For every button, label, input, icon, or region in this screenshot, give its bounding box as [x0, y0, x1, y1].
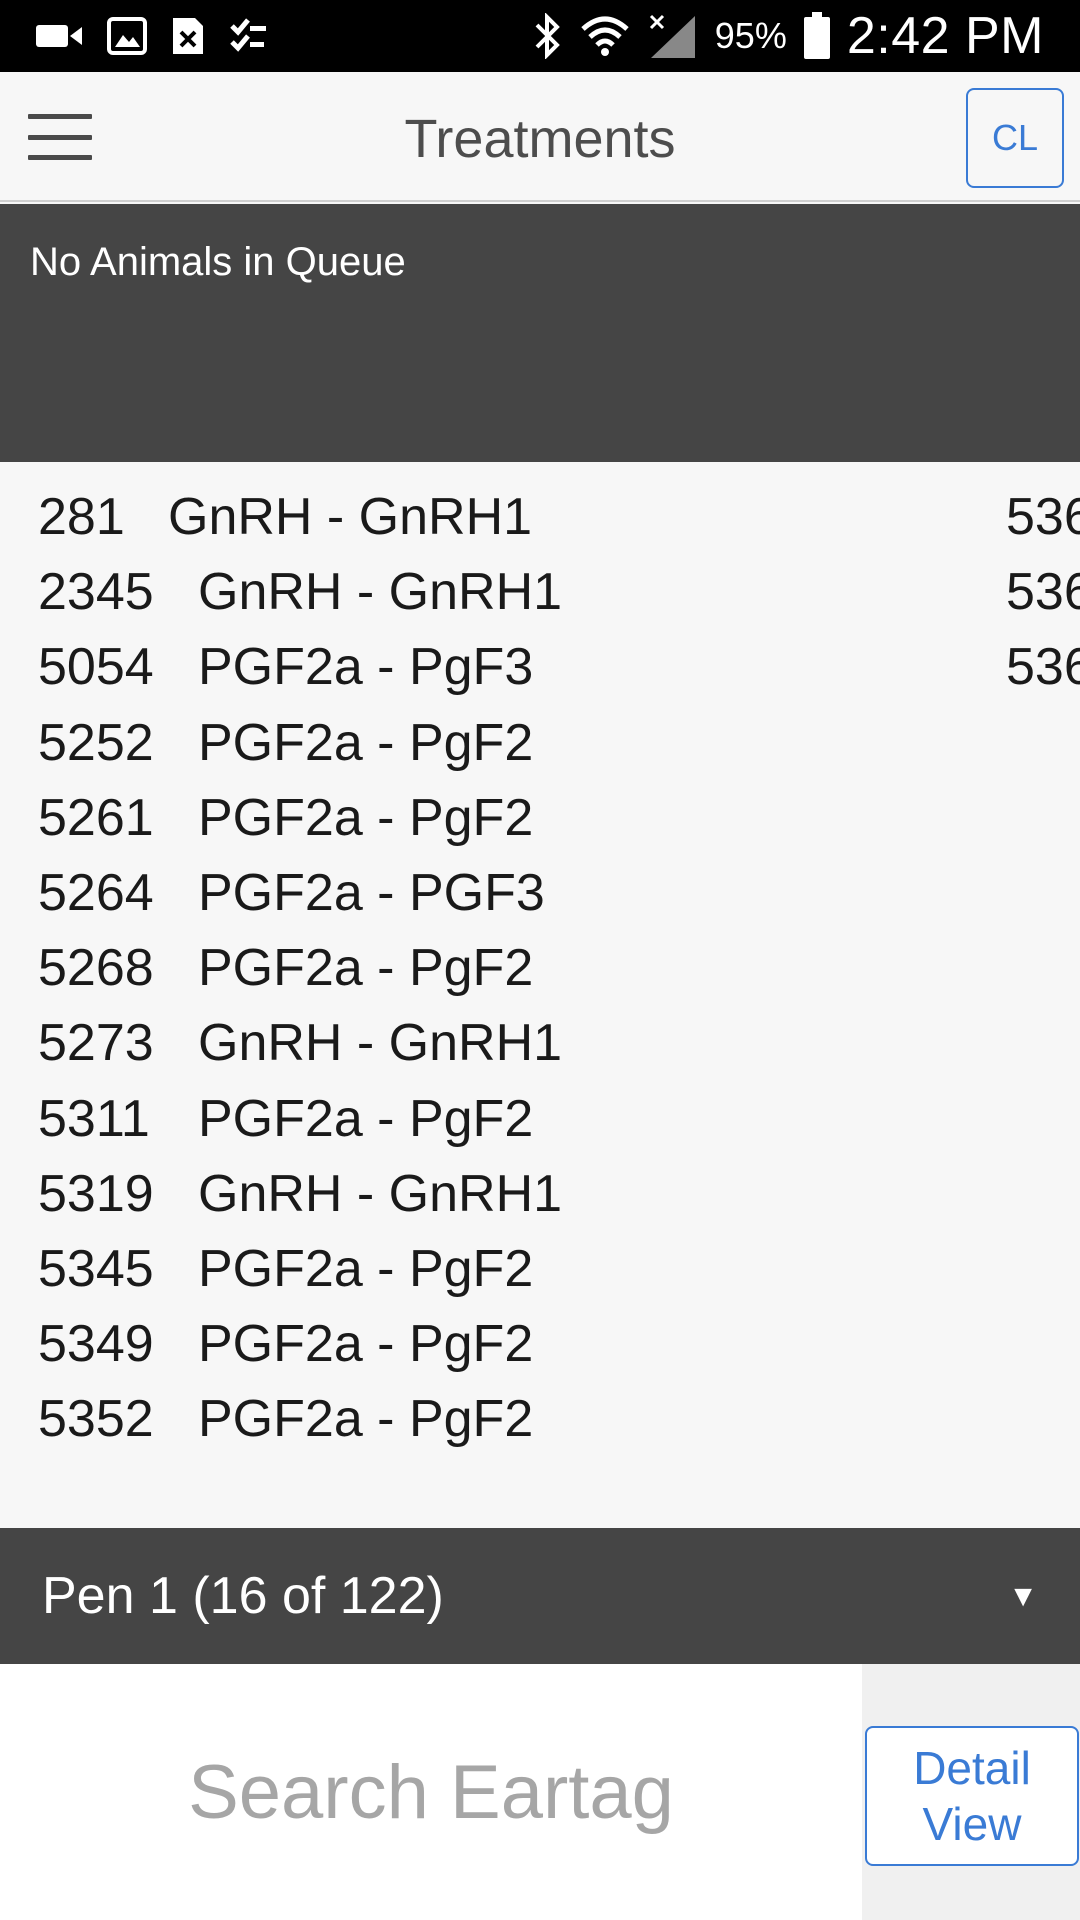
eartag-number: 2345 [38, 563, 154, 622]
treatment-name: PGF2a - PgF2 [198, 1390, 534, 1449]
search-area: Detail View [0, 1664, 1080, 1920]
eartag-number: 5352 [38, 1390, 154, 1449]
checklist-icon [228, 16, 268, 56]
pen-selector-label: Pen 1 (16 of 122) [42, 1567, 444, 1625]
clock-time: 2:42 PM [846, 7, 1044, 65]
treatment-row[interactable]: 5349 PGF2a - PgF2 [38, 1314, 533, 1389]
treatment-row[interactable]: 5311 PGF2a - PgF2 [38, 1089, 533, 1164]
treatment-name: GnRH - GnRH1 [168, 488, 533, 546]
treatment-row[interactable]: 281 GnRH - GnRH1 [38, 487, 532, 562]
treatment-row[interactable]: 5252 PGF2a - PgF2 [38, 713, 533, 788]
app-bar: Treatments CL [0, 72, 1080, 202]
treatment-row[interactable]: 5261 PGF2a - PgF2 [38, 788, 533, 863]
eartag-number: 5345 [38, 1240, 154, 1298]
treatment-row[interactable]: 5268 PGF2a - PgF2 [38, 938, 533, 1013]
treatment-name: PGF2a - PgF2 [198, 939, 534, 998]
eartag-number: 5349 [38, 1315, 154, 1374]
treatment-row[interactable]: 5319 GnRH - GnRH1 [38, 1164, 562, 1239]
treatment-row[interactable]: 2345 GnRH - GnRH1 [38, 562, 562, 637]
treatment-row[interactable]: 5273 GnRH - GnRH1 [38, 1013, 562, 1088]
queue-panel: No Animals in Queue [0, 204, 1080, 462]
treatment-name: GnRH - GnRH1 [198, 1164, 563, 1223]
eartag-number: 5261 [38, 788, 154, 847]
eartag-number: 5311 [38, 1089, 150, 1148]
treatment-name: PGF2a - PgF3 [198, 638, 534, 697]
treatment-row[interactable]: 5054 PGF2a - PgF3 [38, 637, 533, 712]
treatment-list[interactable]: 281 GnRH - GnRH1 2345 GnRH - GnRH1 5054 PGF2a… [0, 462, 1080, 1528]
eartag-number: 5054 [38, 638, 154, 697]
eartag-number: 5319 [38, 1164, 154, 1223]
treatment-name: PGF2a - PgF2 [198, 788, 534, 847]
treatment-name: GnRH - GnRH1 [198, 563, 563, 622]
image-icon [106, 16, 148, 56]
search-eartag-input[interactable] [0, 1664, 862, 1920]
no-signal-icon [647, 12, 699, 60]
eartag-number: 5268 [38, 939, 154, 998]
page-title: Treatments [404, 109, 676, 169]
queue-status-text: No Animals in Queue [30, 240, 406, 284]
treatment-name: PGF2a - PgF2 [198, 1089, 534, 1148]
eartag-number-column2[interactable]: 536 [1006, 562, 1080, 622]
treatment-name: PGF2a - PgF2 [198, 1315, 534, 1374]
detail-view-label-line1: Detail [913, 1742, 1031, 1794]
battery-icon [803, 12, 831, 60]
treatment-name: PGF2a - PgF2 [198, 1240, 534, 1298]
cl-button[interactable]: CL [966, 88, 1064, 188]
treatment-name: PGF2a - PgF2 [198, 713, 534, 772]
eartag-number: 5264 [38, 864, 154, 922]
detail-view-label-line2: View [922, 1798, 1022, 1850]
detail-view-button[interactable]: Detail View [865, 1726, 1079, 1866]
video-icon [34, 21, 84, 51]
eartag-number: 5252 [38, 713, 154, 772]
file-icon [170, 15, 206, 57]
eartag-number: 281 [38, 488, 125, 546]
pen-selector-dropdown[interactable]: Pen 1 (16 of 122) ▼ [0, 1528, 1080, 1664]
treatment-row[interactable]: 5264 PGF2a - PGF3 [38, 863, 545, 938]
treatment-name: PGF2a - PGF3 [198, 864, 545, 922]
eartag-number-column2[interactable]: 536 [1006, 487, 1080, 547]
treatment-name: GnRH - GnRH1 [198, 1014, 563, 1073]
battery-percent: 95% [714, 15, 787, 56]
treatment-row[interactable]: 5352 PGF2a - PgF2 [38, 1389, 533, 1464]
eartag-number: 5273 [38, 1014, 154, 1073]
status-bar: 95% 2:42 PM [0, 0, 1080, 72]
wifi-icon [579, 13, 631, 59]
dropdown-arrow-icon: ▼ [1008, 1580, 1038, 1613]
bluetooth-icon [531, 13, 563, 59]
eartag-number-column2[interactable]: 536 [1006, 637, 1080, 697]
treatment-row[interactable]: 5345 PGF2a - PgF2 [38, 1239, 533, 1314]
